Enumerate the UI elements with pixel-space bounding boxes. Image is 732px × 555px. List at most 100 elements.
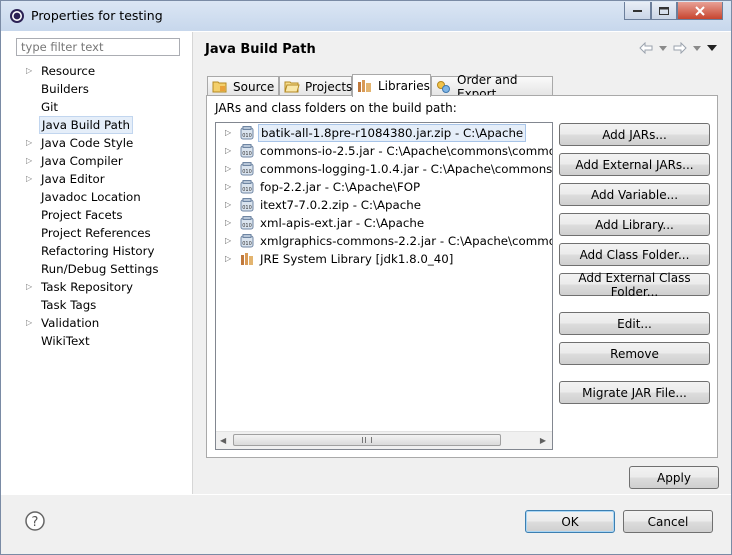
expand-arrow-icon[interactable]: ▷ [225,142,231,160]
expand-arrow-icon[interactable]: ▷ [225,160,231,178]
scrollbar-thumb[interactable] [233,434,501,446]
add-class-folder-button[interactable]: Add Class Folder... [559,243,710,266]
library-icon [241,253,253,265]
jar-icon: 010 [240,216,254,230]
tab-source[interactable]: Source [207,76,279,96]
list-item[interactable]: ▷ 010 fop-2.2.jar - C:\Apache\FOP [216,178,552,196]
tree-item[interactable]: Project Facets [8,206,192,224]
forward-dropdown[interactable] [693,45,701,51]
tree-item-label: Git [41,100,59,114]
source-folder-icon [212,80,228,94]
tab-libraries[interactable]: Libraries [352,74,431,97]
help-icon[interactable]: ? [25,511,45,531]
tree-item-label: Run/Debug Settings [41,262,159,276]
filter-input[interactable] [16,38,180,56]
tree-item[interactable]: ▷ Task Repository [8,278,192,296]
list-item[interactable]: ▷ 010 commons-io-2.5.jar - C:\Apache\com… [216,142,552,160]
tree-item[interactable]: ▷ Java Compiler [8,152,192,170]
tree-item[interactable]: ▷ Java Code Style [8,134,192,152]
expand-arrow-icon[interactable]: ▷ [225,232,231,250]
grip-icon [362,437,372,443]
tree-item-label: WikiText [41,334,90,348]
tree-item-label: Task Tags [41,298,97,312]
list-item-label: commons-io-2.5.jar - C:\Apache\commons\c… [260,144,553,158]
add-variable-button[interactable]: Add Variable... [559,183,710,206]
back-dropdown[interactable] [659,45,667,51]
tree-item[interactable]: Project References [8,224,192,242]
list-item[interactable]: ▷ JRE System Library [jdk1.8.0_40] [216,250,552,268]
expand-arrow-icon[interactable]: ▷ [26,134,32,152]
expand-arrow-icon[interactable]: ▷ [225,124,231,142]
svg-text:010: 010 [242,205,252,211]
expand-arrow-icon[interactable]: ▷ [225,214,231,232]
list-item[interactable]: ▷ 010 itext7-7.0.2.zip - C:\Apache [216,196,552,214]
minimize-button[interactable] [624,2,651,20]
view-menu-icon [707,45,717,51]
tree-item-label: Builders [41,82,89,96]
tree-item[interactable]: Run/Debug Settings [8,260,192,278]
tree-item[interactable]: Git [8,98,192,116]
expand-arrow-icon[interactable]: ▷ [26,314,32,332]
close-window-button[interactable] [677,2,723,20]
jar-icon: 010 [240,198,254,212]
tab-projects[interactable]: Projects [279,76,352,96]
tree-item-label: Validation [41,316,100,330]
migrate-jar-file-button[interactable]: Migrate JAR File... [559,381,710,404]
build-path-list[interactable]: ▷ 010 batik-all-1.8pre-r1084380.jar.zip … [215,122,553,450]
edit-button[interactable]: Edit... [559,312,710,335]
expand-arrow-icon[interactable]: ▷ [225,196,231,214]
tree-item[interactable]: ▷ Java Editor [8,170,192,188]
cancel-button[interactable]: Cancel [623,510,713,533]
list-item-label: commons-logging-1.0.4.jar - C:\Apache\co… [260,162,553,176]
tree-item[interactable]: ▷ Resource [8,62,192,80]
list-item[interactable]: ▷ 010 xmlgraphics-commons-2.2.jar - C:\A… [216,232,552,250]
build-path-items: ▷ 010 batik-all-1.8pre-r1084380.jar.zip … [216,123,552,267]
expand-arrow-icon[interactable]: ▷ [26,278,32,296]
expand-arrow-icon[interactable]: ▷ [225,250,231,268]
jar-icon: 010 [240,144,254,158]
view-menu-button[interactable] [707,45,717,51]
add-library-button[interactable]: Add Library... [559,213,710,236]
close-icon [695,5,705,16]
back-button[interactable] [639,42,653,54]
title-bar: Properties for testing [1,1,731,31]
expand-arrow-icon[interactable]: ▷ [26,152,32,170]
list-item[interactable]: ▷ 010 commons-logging-1.0.4.jar - C:\Apa… [216,160,552,178]
tree-item[interactable]: Javadoc Location [8,188,192,206]
add-external-jars-button[interactable]: Add External JARs... [559,153,710,176]
list-item[interactable]: ▷ 010 batik-all-1.8pre-r1084380.jar.zip … [216,124,552,142]
ok-button[interactable]: OK [525,510,615,533]
settings-pane: Java Build Path Source Projects Librarie… [193,32,731,494]
svg-text:010: 010 [242,223,252,229]
forward-button[interactable] [673,42,687,54]
list-item[interactable]: ▷ 010 xml-apis-ext.jar - C:\Apache [216,214,552,232]
dropdown-arrow-icon [659,45,667,51]
jar-icon: 010 [240,180,254,194]
tree-item[interactable]: Task Tags [8,296,192,314]
tree-item-selected[interactable]: Java Build Path [8,116,192,134]
tree-item[interactable]: Refactoring History [8,242,192,260]
scroll-left-icon[interactable]: ◀ [220,436,226,445]
window-title: Properties for testing [31,8,163,23]
add-external-class-folder-button[interactable]: Add External Class Folder... [559,271,710,299]
tree-item-label: Resource [41,64,96,78]
horizontal-scrollbar[interactable]: ◀ ▶ [216,431,552,449]
tree-item[interactable]: WikiText [8,332,192,350]
apply-button[interactable]: Apply [629,466,719,489]
remove-button[interactable]: Remove [559,342,710,365]
list-item-label: xmlgraphics-commons-2.2.jar - C:\Apache\… [260,234,553,248]
tree-item[interactable]: ▷ Validation [8,314,192,332]
history-navigation [639,42,717,54]
scroll-right-icon[interactable]: ▶ [540,436,546,445]
tab-label: Projects [305,79,353,94]
maximize-button[interactable] [651,2,677,20]
expand-arrow-icon[interactable]: ▷ [26,170,32,188]
list-item-label: itext7-7.0.2.zip - C:\Apache [260,198,421,212]
expand-arrow-icon[interactable]: ▷ [225,178,231,196]
expand-arrow-icon[interactable]: ▷ [26,62,32,80]
tab-order-and-export[interactable]: Order and Export [431,73,553,101]
add-jars-button[interactable]: Add JARs... [559,123,710,146]
minimize-icon [633,9,642,12]
back-arrow-icon [639,42,653,54]
tree-item[interactable]: Builders [8,80,192,98]
